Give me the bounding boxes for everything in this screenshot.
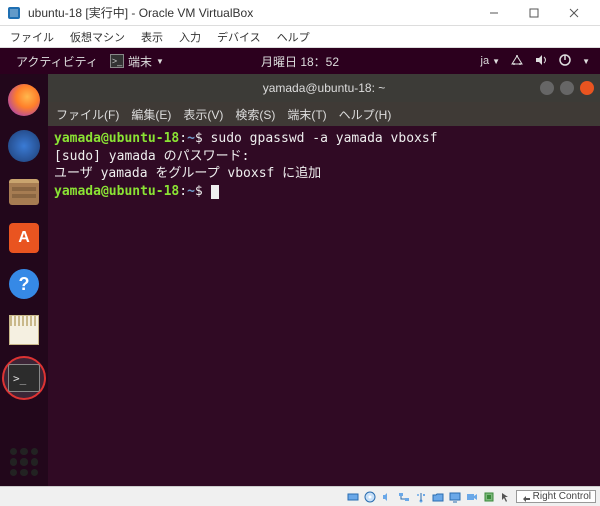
thunderbird-icon (8, 130, 40, 162)
volume-icon[interactable] (534, 53, 548, 70)
dock-thunderbird[interactable] (4, 126, 44, 166)
dock: A ? >_ (0, 74, 48, 486)
gnome-topbar: アクティビティ >_ 端末 ▼ 月曜日 18：52 ja ▼ ▼ (0, 48, 600, 74)
status-mouse-icon[interactable] (499, 490, 513, 504)
dock-text-editor[interactable] (4, 310, 44, 350)
status-recording-icon[interactable] (465, 490, 479, 504)
status-optical-icon[interactable] (363, 490, 377, 504)
vbox-statusbar: Right Control (0, 486, 600, 506)
dock-software[interactable]: A (4, 218, 44, 258)
vbox-menu-input[interactable]: 入力 (173, 27, 207, 47)
terminal-maximize-button[interactable] (560, 81, 574, 95)
terminal-close-button[interactable] (580, 81, 594, 95)
vbox-titlebar: ubuntu-18 [実行中] - Oracle VM VirtualBox (0, 0, 600, 26)
terminal-window: yamada@ubuntu-18: ~ ファイル(F) 編集(E) 表示(V) … (48, 74, 600, 486)
terminal-menu-view[interactable]: 表示(V) (183, 106, 223, 123)
dock-files[interactable] (4, 172, 44, 212)
help-icon: ? (9, 269, 39, 299)
input-source-indicator[interactable]: ja ▼ (481, 55, 501, 67)
vbox-menu-help[interactable]: ヘルプ (271, 27, 316, 47)
terminal-title-text: yamada@ubuntu-18: ~ (263, 81, 386, 95)
vbox-window-title: ubuntu-18 [実行中] - Oracle VM VirtualBox (28, 4, 474, 21)
vbox-menu-devices[interactable]: デバイス (211, 27, 267, 47)
dock-help[interactable]: ? (4, 264, 44, 304)
terminal-icon: >_ (110, 54, 124, 68)
show-applications-button[interactable] (0, 448, 48, 476)
software-icon: A (9, 223, 39, 253)
terminal-menu-edit[interactable]: 編集(E) (131, 106, 171, 123)
terminal-menu-file[interactable]: ファイル(F) (56, 106, 119, 123)
status-network-icon[interactable] (397, 490, 411, 504)
terminal-menu-help[interactable]: ヘルプ(H) (339, 106, 392, 123)
text-editor-icon (9, 315, 39, 345)
terminal-titlebar[interactable]: yamada@ubuntu-18: ~ (48, 74, 600, 102)
dock-firefox[interactable] (4, 80, 44, 120)
terminal-icon: >_ (8, 364, 40, 392)
status-shared-folder-icon[interactable] (431, 490, 445, 504)
host-key-indicator[interactable]: Right Control (516, 490, 596, 503)
network-icon[interactable] (510, 53, 524, 70)
status-display-icon[interactable] (448, 490, 462, 504)
vbox-menu-view[interactable]: 表示 (135, 27, 169, 47)
chevron-down-icon: ▼ (156, 57, 164, 66)
close-button[interactable] (554, 1, 594, 25)
chevron-down-icon: ▼ (582, 57, 590, 66)
apps-grid-icon (10, 448, 38, 476)
vbox-icon (6, 5, 22, 21)
status-cpu-icon[interactable] (482, 490, 496, 504)
dock-terminal[interactable]: >_ (2, 356, 46, 400)
terminal-body[interactable]: yamada@ubuntu-18:~$ sudo gpasswd -a yama… (48, 126, 600, 486)
maximize-button[interactable] (514, 1, 554, 25)
terminal-menubar: ファイル(F) 編集(E) 表示(V) 検索(S) 端末(T) ヘルプ(H) (48, 102, 600, 126)
firefox-icon (8, 84, 40, 116)
status-hdd-icon[interactable] (346, 490, 360, 504)
status-audio-icon[interactable] (380, 490, 394, 504)
terminal-minimize-button[interactable] (540, 81, 554, 95)
guest-screen: アクティビティ >_ 端末 ▼ 月曜日 18：52 ja ▼ ▼ A ? >_ … (0, 48, 600, 486)
minimize-button[interactable] (474, 1, 514, 25)
vbox-menu-file[interactable]: ファイル (4, 27, 60, 47)
files-icon (9, 179, 39, 205)
vbox-menu-machine[interactable]: 仮想マシン (64, 27, 131, 47)
terminal-menu-terminal[interactable]: 端末(T) (287, 106, 326, 123)
activities-button[interactable]: アクティビティ (10, 53, 104, 70)
topbar-app-name: 端末 (128, 53, 152, 70)
topbar-clock[interactable]: 月曜日 18：52 (261, 53, 339, 70)
power-icon[interactable] (558, 53, 572, 70)
terminal-menu-search[interactable]: 検索(S) (235, 106, 275, 123)
status-usb-icon[interactable] (414, 490, 428, 504)
topbar-app-menu[interactable]: >_ 端末 ▼ (104, 53, 170, 70)
vbox-menubar: ファイル 仮想マシン 表示 入力 デバイス ヘルプ (0, 26, 600, 48)
